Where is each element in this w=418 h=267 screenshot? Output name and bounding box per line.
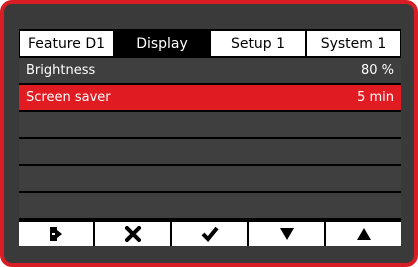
cancel-button[interactable]: [95, 222, 172, 246]
tab-setup-1[interactable]: Setup 1: [210, 30, 306, 57]
list-item-empty: [19, 193, 401, 218]
tab-display[interactable]: Display: [114, 30, 210, 57]
confirm-button[interactable]: [172, 222, 249, 246]
tab-feature-d1[interactable]: Feature D1: [19, 30, 114, 57]
setting-label: Screen saver: [26, 90, 111, 105]
display-screen: Feature D1 Display Setup 1 System 1 Brig…: [19, 29, 401, 246]
setting-row-screen-saver[interactable]: Screen saver 5 min: [19, 85, 401, 110]
arrow-up-button[interactable]: [326, 222, 401, 246]
tab-system-1[interactable]: System 1: [306, 30, 401, 57]
tab-bar: Feature D1 Display Setup 1 System 1: [19, 29, 401, 58]
arrow-down-button[interactable]: [249, 222, 326, 246]
setting-row-brightness[interactable]: Brightness 80 %: [19, 58, 401, 83]
device-frame: Feature D1 Display Setup 1 System 1 Brig…: [0, 0, 418, 267]
list-item-empty: [19, 139, 401, 164]
list-item-empty: [19, 166, 401, 191]
exit-button[interactable]: [19, 222, 95, 246]
softkey-bar: [19, 222, 401, 246]
setting-value: 80 %: [360, 63, 394, 78]
settings-list: Brightness 80 % Screen saver 5 min: [19, 58, 401, 220]
confirm-check-icon: [201, 226, 219, 242]
setting-value: 5 min: [357, 90, 394, 105]
setting-label: Brightness: [26, 63, 96, 78]
cancel-x-icon: [124, 226, 141, 242]
list-item-empty: [19, 112, 401, 137]
arrow-down-icon: [279, 228, 294, 240]
exit-icon: [50, 227, 62, 241]
arrow-up-icon: [356, 228, 371, 240]
